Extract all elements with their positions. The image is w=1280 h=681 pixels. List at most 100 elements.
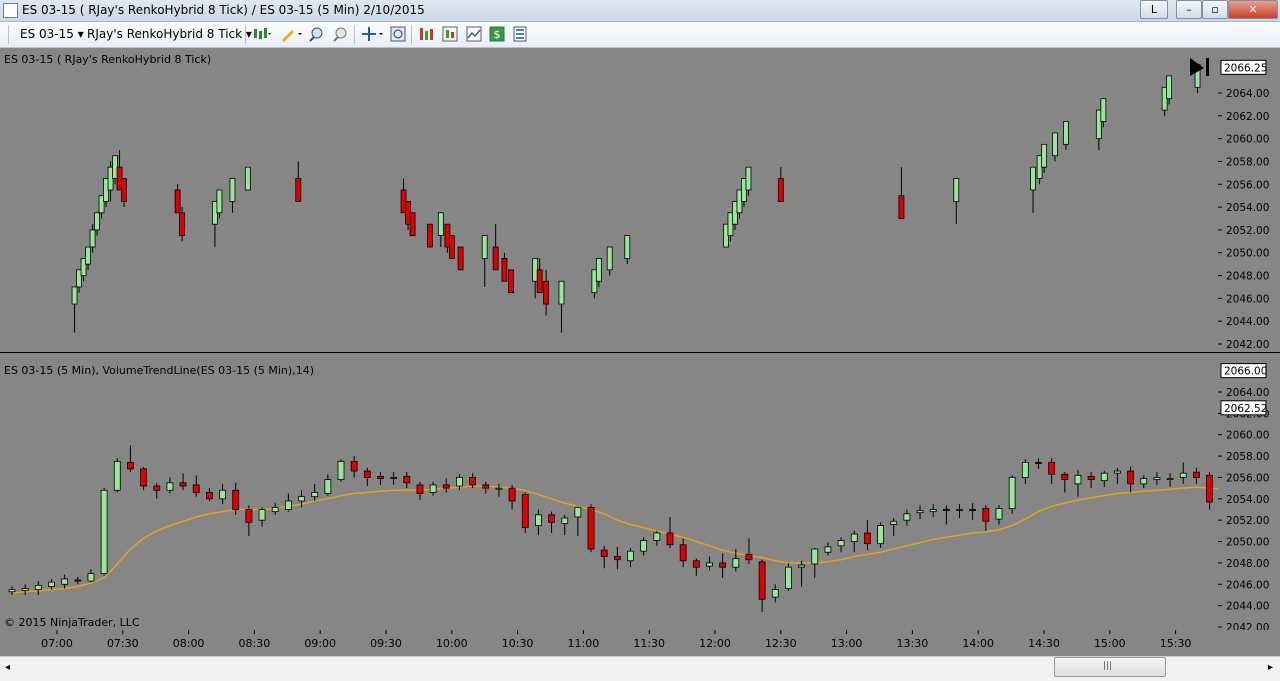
candle-up bbox=[244, 166, 251, 191]
instrument-selector[interactable]: ES 03-15 ▾ bbox=[20, 27, 84, 41]
candle-up bbox=[627, 550, 634, 562]
candle-down bbox=[692, 560, 700, 568]
candle-down bbox=[363, 470, 371, 478]
window-title: ES 03-15 ( RJay's RenkoHybrid 8 Tick) / … bbox=[22, 3, 425, 17]
candle-up bbox=[21, 588, 29, 592]
candle-up bbox=[324, 479, 332, 494]
candle-up bbox=[87, 573, 95, 582]
candle-down bbox=[508, 487, 516, 502]
time-tick-label: 09:00 bbox=[304, 637, 336, 650]
chevron-down-icon: ▾ bbox=[77, 27, 84, 41]
candle-up bbox=[390, 477, 398, 479]
price-tick-label: 2044.00 bbox=[1226, 601, 1269, 613]
candle-up bbox=[216, 189, 223, 214]
volume-trend-line bbox=[11, 485, 1218, 594]
separator bbox=[245, 25, 246, 44]
zoom-out-icon[interactable] bbox=[332, 26, 348, 42]
time-axis-svg: 07:00 07:30 08:00 08:30 09:00 09:30 10:00 10:30… bbox=[41, 630, 1192, 650]
maximize-button[interactable]: ▫ bbox=[1202, 0, 1228, 19]
candle-up bbox=[1100, 98, 1107, 122]
candle-up bbox=[71, 286, 78, 305]
scroll-right-icon[interactable]: ▸ bbox=[1268, 662, 1273, 673]
minute-price-axis[interactable]: 2042.00 2044.00 2046.00 2048.00 2050.00 2052.… bbox=[1218, 353, 1280, 630]
candle-up bbox=[903, 513, 911, 521]
candle-down bbox=[1048, 462, 1056, 475]
candle-down bbox=[192, 484, 200, 493]
price-tick-label: 2046.00 bbox=[1226, 579, 1269, 591]
price-tick-label: 2050.00 bbox=[1226, 248, 1269, 260]
data-box-icon[interactable] bbox=[390, 26, 406, 42]
candle-up bbox=[1153, 477, 1161, 480]
last-price-label: 2066.25 bbox=[1224, 62, 1267, 74]
drawing-tool-icon[interactable] bbox=[280, 26, 304, 42]
candle-up bbox=[956, 509, 963, 511]
indicators-icon[interactable] bbox=[442, 26, 458, 42]
crosshair-icon[interactable] bbox=[361, 26, 385, 42]
candle-down bbox=[179, 212, 186, 237]
candle-up bbox=[929, 509, 937, 513]
renko-chart bbox=[71, 58, 1209, 333]
zoom-in-icon[interactable] bbox=[308, 26, 324, 42]
time-tick-label: 15:30 bbox=[1160, 637, 1192, 650]
price-tick-label: 2056.00 bbox=[1226, 179, 1269, 191]
candle-down bbox=[600, 549, 608, 557]
candle-up bbox=[94, 212, 100, 231]
chart-style-icon[interactable] bbox=[252, 26, 272, 42]
time-tick-label: 08:30 bbox=[239, 637, 271, 650]
properties-icon[interactable] bbox=[512, 26, 528, 42]
time-tick-label: 08:00 bbox=[173, 637, 205, 650]
renko-axis-svg: 2042.00 2044.00 2046.00 2048.00 2050.00 2052.… bbox=[1218, 59, 1269, 351]
candle-up bbox=[258, 509, 266, 521]
candle-up bbox=[653, 532, 661, 541]
candle-up bbox=[113, 461, 121, 491]
time-tick-label: 07:30 bbox=[107, 637, 139, 650]
bar-type-selector[interactable]: RJay's RenkoHybrid 8 Tick ▾ bbox=[87, 27, 252, 41]
price-tick-label: 2044.00 bbox=[1226, 316, 1269, 328]
candle-down bbox=[982, 508, 990, 522]
candle-down bbox=[416, 484, 424, 494]
candle-up bbox=[606, 246, 613, 271]
order-entry-icon[interactable] bbox=[418, 26, 434, 42]
price-tick-label: 2064.00 bbox=[1226, 387, 1269, 399]
toolbar: ES 03-15 ▾ RJay's RenkoHybrid 8 Tick ▾ $ bbox=[0, 22, 1280, 48]
time-tick-label: 11:30 bbox=[633, 637, 665, 650]
time-axis[interactable]: 07:00 07:30 08:00 08:30 09:00 09:30 10:00 10:30… bbox=[0, 630, 1280, 656]
time-tick-label: 07:00 bbox=[41, 637, 73, 650]
candle-down bbox=[1193, 471, 1200, 478]
candle-up bbox=[298, 496, 305, 502]
minute-panel[interactable]: ES 03-15 (5 Min), VolumeTrendLine(ES 03-… bbox=[0, 353, 1218, 630]
last-price-label: 2066.00 bbox=[1224, 366, 1267, 378]
renko-panel[interactable]: ES 03-15 ( RJay's RenkoHybrid 8 Tick) bbox=[0, 48, 1218, 352]
price-tick-label: 2054.00 bbox=[1226, 202, 1269, 214]
candle-down bbox=[548, 514, 555, 523]
candle-up bbox=[706, 562, 713, 567]
link-button[interactable]: L bbox=[1140, 0, 1168, 19]
candle-up bbox=[8, 589, 16, 593]
candle-up bbox=[100, 489, 108, 574]
candle-down bbox=[295, 178, 302, 202]
separator bbox=[354, 25, 355, 44]
end-marker-icon bbox=[1206, 58, 1209, 76]
instrument-label: ES 03-15 bbox=[20, 27, 74, 41]
candle-up bbox=[745, 166, 752, 191]
price-tick-label: 2064.00 bbox=[1226, 88, 1269, 100]
minimize-button[interactable]: – bbox=[1176, 0, 1202, 19]
price-tick-label: 2058.00 bbox=[1226, 156, 1269, 168]
candle-up bbox=[1052, 132, 1058, 157]
candle-down bbox=[587, 506, 595, 550]
close-button[interactable]: ✕ bbox=[1228, 0, 1278, 19]
candle-up bbox=[1021, 462, 1029, 478]
candle-down bbox=[543, 280, 550, 305]
candle-up bbox=[1074, 474, 1082, 485]
dollar-icon[interactable]: $ bbox=[489, 26, 505, 42]
candle-up bbox=[877, 525, 884, 545]
candle-up bbox=[337, 461, 345, 480]
scrollbar-thumb[interactable]: ||| bbox=[1054, 657, 1166, 677]
scroll-left-icon[interactable]: ◂ bbox=[5, 662, 10, 673]
price-tick-label: 2042.00 bbox=[1226, 339, 1269, 351]
strategies-icon[interactable] bbox=[466, 26, 482, 42]
time-tick-label: 15:00 bbox=[1094, 637, 1126, 650]
candle-down bbox=[1035, 462, 1042, 464]
renko-price-axis[interactable]: 2042.00 2044.00 2046.00 2048.00 2050.00 2052.… bbox=[1218, 48, 1280, 352]
candle-up bbox=[535, 514, 542, 526]
